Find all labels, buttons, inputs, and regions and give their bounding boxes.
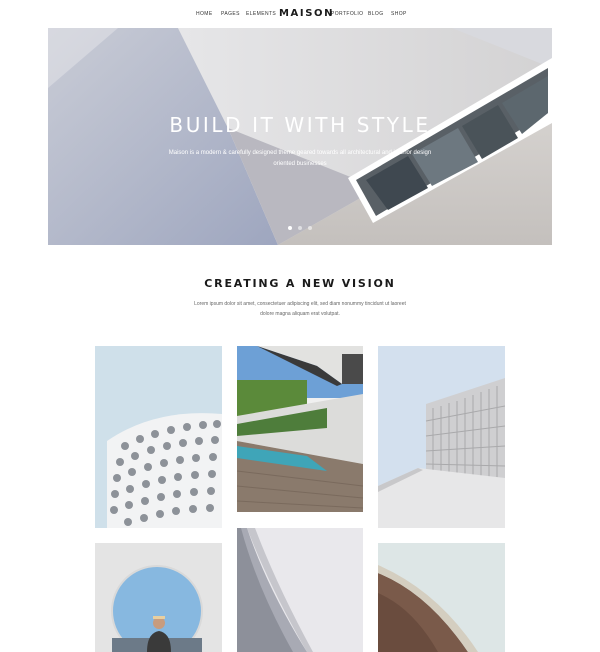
nav-item-blog[interactable]: Blog — [368, 11, 384, 17]
gallery-tile-pool-house[interactable] — [237, 346, 363, 512]
hero-slider[interactable]: BUILD IT WITH STYLE Maison is a modern &… — [48, 28, 552, 245]
gallery-tile-round-facade[interactable] — [95, 346, 222, 528]
curved-building-image — [237, 528, 363, 652]
curved-roof-image — [378, 543, 505, 652]
hero-subtitle: Maison is a modern & carefully designed … — [168, 150, 432, 167]
top-navigation: Home Pages Elements MAISON Portfolio Blo… — [0, 0, 600, 28]
slider-dot-2[interactable] — [298, 226, 302, 230]
slider-dot-1[interactable] — [288, 226, 292, 230]
gallery-tile-perforated-facade[interactable] — [378, 346, 505, 528]
section-description: Lorem ipsum dolor sit amet, consectetuer… — [194, 301, 406, 317]
gallery-tile-curved-roof[interactable] — [378, 543, 505, 652]
gallery-tile-curved-building[interactable] — [237, 528, 363, 652]
pool-house-image — [237, 346, 363, 512]
round-facade-image — [95, 346, 222, 528]
nav-item-portfolio[interactable]: Portfolio — [331, 11, 363, 17]
slider-dot-3[interactable] — [308, 226, 312, 230]
circle-window-image — [95, 543, 222, 652]
perforated-facade-image — [378, 346, 505, 528]
slider-dots — [48, 226, 552, 230]
nav-item-home[interactable]: Home — [196, 11, 213, 17]
nav-item-elements[interactable]: Elements — [246, 11, 276, 17]
site-logo[interactable]: MAISON — [279, 8, 334, 19]
nav-item-pages[interactable]: Pages — [221, 11, 240, 17]
hero-title: BUILD IT WITH STYLE — [169, 113, 431, 137]
gallery-tile-circle-window[interactable] — [95, 543, 222, 652]
section-title: CREATING A NEW VISION — [204, 277, 396, 290]
nav-item-shop[interactable]: Shop — [391, 11, 407, 17]
